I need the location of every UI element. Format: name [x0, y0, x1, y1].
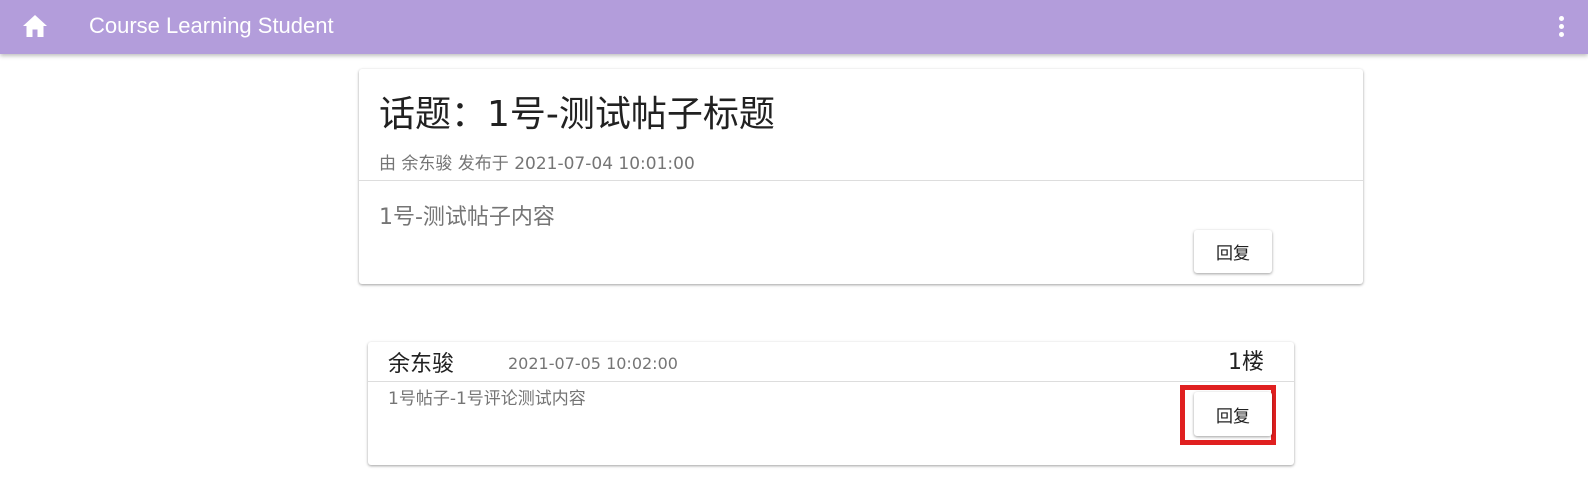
app-title: Course Learning Student: [89, 13, 334, 38]
more-vert-icon: [1558, 15, 1564, 21]
more-menu-button[interactable]: [1554, 12, 1568, 40]
comment-card: 余东骏 2021-07-05 10:02:00 1楼 1号帖子-1号评论测试内容…: [368, 342, 1294, 465]
comment-divider: [368, 381, 1294, 382]
home-icon: [23, 15, 47, 37]
comment-time: 2021-07-05 10:02:00: [508, 354, 678, 373]
topic-meta: 由 余东骏 发布于 2021-07-04 10:01:00: [379, 154, 695, 174]
topic-card: 话题：1号-测试帖子标题 由 余东骏 发布于 2021-07-04 10:01:…: [359, 69, 1363, 284]
home-button[interactable]: [20, 11, 50, 41]
comment-body: 1号帖子-1号评论测试内容: [388, 389, 586, 409]
comment-author: 余东骏: [388, 352, 455, 377]
comment-floor: 1楼: [1228, 350, 1264, 375]
topic-divider: [359, 180, 1363, 181]
app-bar: Course Learning Student: [0, 0, 1588, 54]
comment-reply-button[interactable]: 回复: [1194, 392, 1272, 436]
topic-body: 1号-测试帖子内容: [379, 205, 555, 230]
topic-title: 话题：1号-测试帖子标题: [379, 94, 775, 135]
topic-reply-button[interactable]: 回复: [1194, 230, 1272, 273]
